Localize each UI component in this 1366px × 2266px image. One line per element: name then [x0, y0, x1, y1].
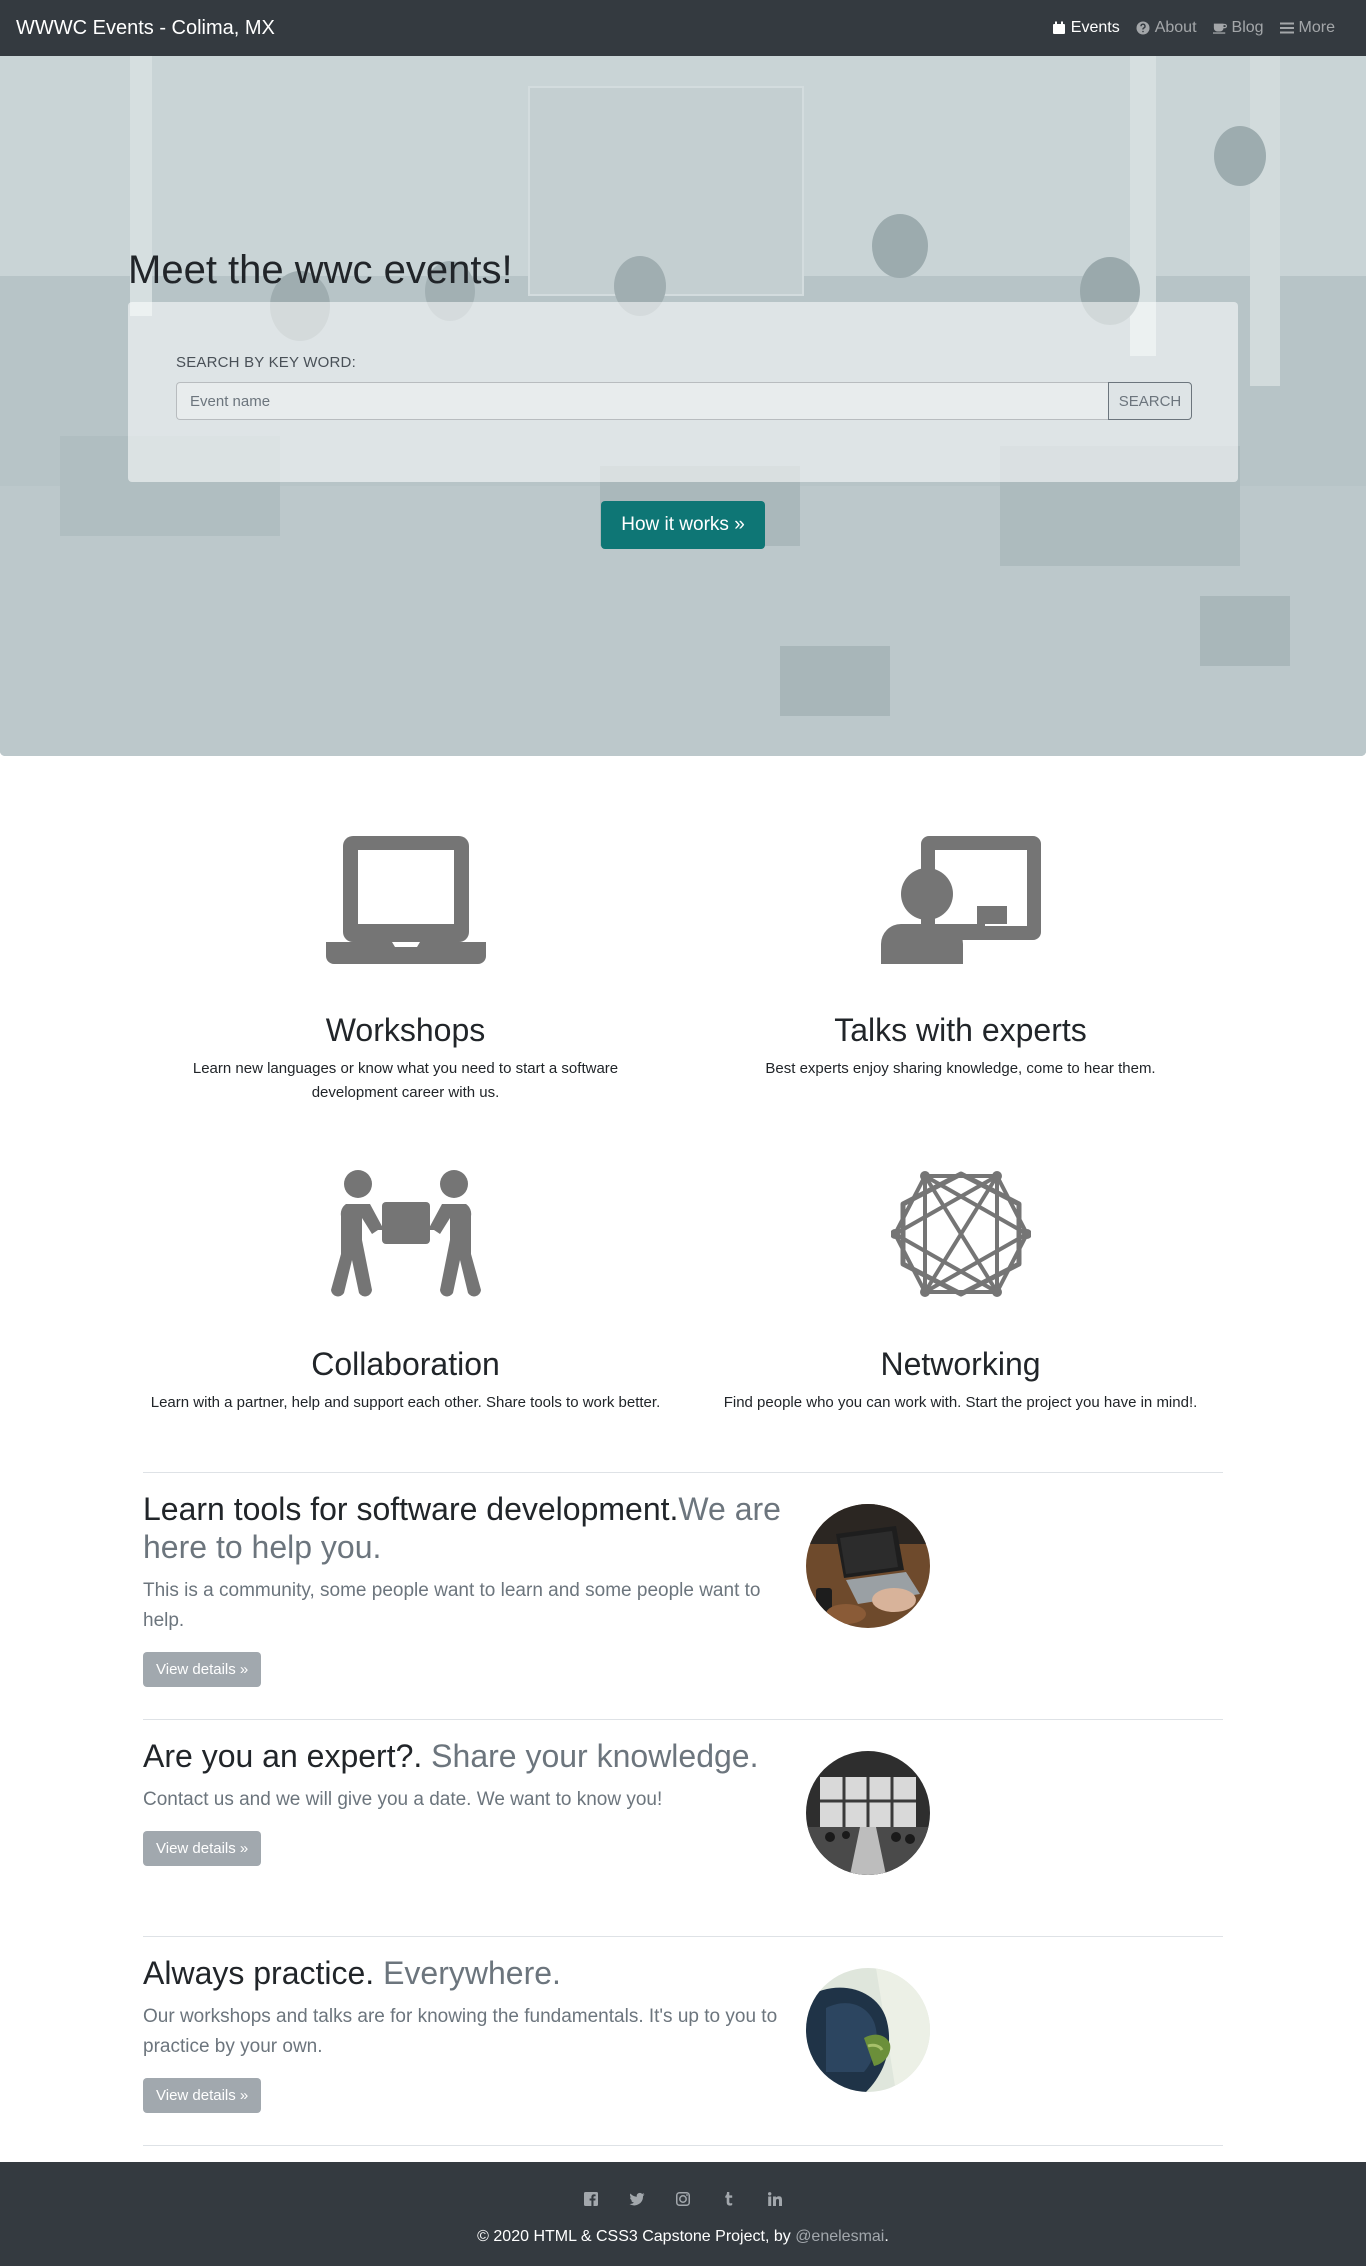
promo-heading: Always practice. Everywhere. — [143, 1954, 783, 1992]
navbar: WWWC Events - Colima, MX Events About Bl… — [0, 0, 1366, 56]
promo-heading-main: Learn tools for software development. — [143, 1491, 679, 1527]
nav-events[interactable]: Events — [1052, 19, 1120, 37]
twitter-icon — [629, 2192, 645, 2206]
promo-heading: Are you an expert?. Share your knowledge… — [143, 1737, 783, 1775]
copyright: © 2020 HTML & CSS3 Capstone Project, by … — [0, 2228, 1366, 2246]
instagram-link[interactable] — [675, 2191, 691, 2207]
view-details-button[interactable]: View details » — [143, 2078, 262, 2113]
view-details-button[interactable]: View details » — [143, 1652, 262, 1687]
nav-more[interactable]: More — [1279, 19, 1335, 37]
facebook-icon — [584, 2192, 598, 2206]
promo-heading-main: Are you an expert?. — [143, 1738, 432, 1774]
nav-about[interactable]: About — [1136, 19, 1197, 37]
promo-expert: Are you an expert?. Share your knowledge… — [143, 1737, 783, 1866]
nav-more-label: More — [1298, 19, 1335, 36]
network-hexagon-icon — [890, 1171, 1031, 1297]
nav-links: Events About Blog More — [1052, 19, 1335, 37]
search-label: SEARCH BY KEY WORD: — [176, 354, 356, 371]
feature-workshops: Workshops Learn new languages or know wh… — [128, 836, 683, 1105]
promo-heading-muted: Share your knowledge. — [431, 1738, 759, 1774]
feature-title: Networking — [880, 1346, 1041, 1382]
hero: Meet the wwc events! SEARCH BY KEY WORD:… — [0, 56, 1366, 756]
calendar-icon — [1052, 21, 1065, 34]
brand-link[interactable]: WWWC Events - Colima, MX — [16, 17, 275, 40]
search-input[interactable] — [176, 382, 1108, 420]
bars-icon — [1279, 22, 1294, 34]
laptop-photo — [806, 1504, 930, 1628]
how-it-works-button[interactable]: How it works » — [601, 501, 765, 549]
promo-text: This is a community, some people want to… — [143, 1580, 761, 1631]
copyright-period: . — [884, 2228, 889, 2245]
feature-collaboration: Collaboration Learn with a partner, help… — [128, 1170, 683, 1415]
promo-image-conference — [806, 1751, 930, 1875]
promo-heading-main: Always practice. — [143, 1955, 384, 1991]
feature-text: Learn new languages or know what you nee… — [192, 1060, 619, 1101]
divider — [143, 1472, 1223, 1473]
question-circle-icon — [1136, 21, 1150, 35]
promo-heading: Learn tools for software development.We … — [143, 1490, 783, 1566]
laptop-icon — [325, 836, 486, 964]
linkedin-icon — [768, 2192, 782, 2206]
instagram-icon — [676, 2192, 690, 2206]
linkedin-link[interactable] — [767, 2191, 783, 2207]
twitter-link[interactable] — [629, 2191, 645, 2207]
copyright-text: © 2020 HTML & CSS3 Capstone Project, by — [477, 2228, 796, 2245]
author-handle-link[interactable]: @enelesmai — [795, 2228, 884, 2245]
feature-title: Collaboration — [311, 1346, 500, 1382]
feature-text: Find people who you can work with. Start… — [723, 1394, 1198, 1411]
promo-image-hooded — [806, 1968, 930, 2092]
social-links — [0, 2191, 1366, 2207]
divider — [143, 1936, 1223, 1937]
promo-heading-muted: Everywhere. — [383, 1955, 561, 1991]
promo-image-laptop — [806, 1504, 930, 1628]
divider — [143, 1719, 1223, 1720]
hero-title: Meet the wwc events! — [128, 248, 513, 292]
search-panel: SEARCH BY KEY WORD: SEARCH — [128, 302, 1238, 482]
tumblr-icon — [725, 2192, 733, 2206]
promo-text: Our workshops and talks are for knowing … — [143, 2006, 778, 2057]
footer: © 2020 HTML & CSS3 Capstone Project, by … — [0, 2162, 1366, 2266]
feature-talks: Talks with experts Best experts enjoy sh… — [683, 836, 1238, 1081]
promo-text: Contact us and we will give you a date. … — [143, 1789, 663, 1810]
people-carry-icon — [330, 1170, 481, 1297]
nav-blog-label: Blog — [1231, 19, 1264, 36]
view-details-button[interactable]: View details » — [143, 1831, 262, 1866]
chalkboard-teacher-icon — [880, 836, 1041, 964]
promo-learn-tools: Learn tools for software development.We … — [143, 1490, 783, 1687]
feature-title: Talks with experts — [834, 1012, 1087, 1048]
nav-events-label: Events — [1070, 19, 1120, 36]
nav-blog[interactable]: Blog — [1212, 19, 1264, 37]
conference-room-photo — [806, 1751, 930, 1875]
search-button[interactable]: SEARCH — [1108, 382, 1192, 420]
feature-text: Best experts enjoy sharing knowledge, co… — [765, 1060, 1156, 1077]
coffee-icon — [1212, 23, 1227, 34]
feature-networking: Networking Find people who you can work … — [683, 1170, 1238, 1415]
promo-practice: Always practice. Everywhere. Our worksho… — [143, 1954, 783, 2113]
divider — [143, 2145, 1223, 2146]
feature-text: Learn with a partner, help and support e… — [150, 1394, 661, 1411]
hooded-person-photo — [806, 1968, 930, 2092]
nav-about-label: About — [1154, 19, 1197, 36]
tumblr-link[interactable] — [721, 2191, 737, 2207]
feature-title: Workshops — [325, 1012, 486, 1048]
facebook-link[interactable] — [583, 2191, 599, 2207]
